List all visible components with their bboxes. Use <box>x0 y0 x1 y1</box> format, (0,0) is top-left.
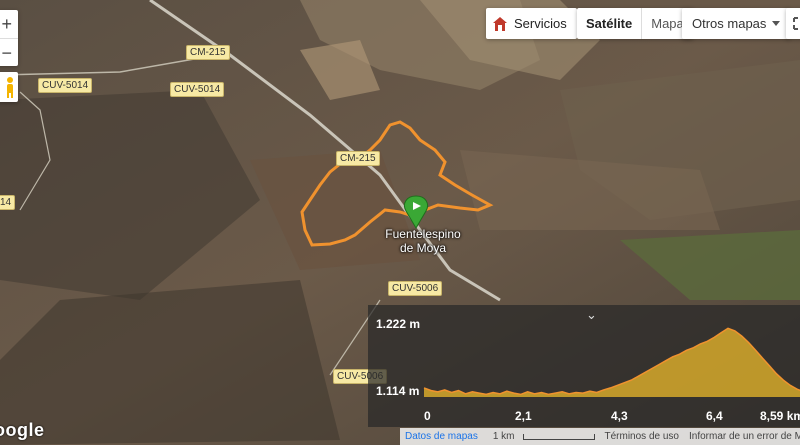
x-tick-label: 0 <box>424 409 431 423</box>
road-label-cm215: CM-215 <box>336 151 380 166</box>
road-label-cuv5014: CUV-5014 <box>38 78 93 93</box>
map-footer: Datos de mapas 1 km Términos de uso Info… <box>400 428 800 445</box>
terms-link[interactable]: Términos de uso <box>600 431 684 442</box>
road-label-cuv5006: CUV-5006 <box>388 281 443 296</box>
scale-bar <box>522 433 595 440</box>
fullscreen-icon <box>793 17 798 30</box>
map-data-link[interactable]: Datos de mapas <box>400 431 483 442</box>
x-tick-label: 8,59 km <box>760 409 800 423</box>
servicios-label: Servicios <box>514 16 567 31</box>
fullscreen-button[interactable] <box>786 8 800 39</box>
town-name-line2: de Moya <box>399 241 447 255</box>
zoom-control: + − <box>0 10 18 66</box>
scale-label: 1 km <box>492 431 515 442</box>
road-label-edge: 14 <box>0 195 16 210</box>
chevron-down-icon <box>772 20 781 26</box>
x-tick-label: 4,3 <box>611 409 628 423</box>
otros-mapas-dropdown[interactable]: Otros mapas <box>682 8 791 39</box>
map-type-control: Satélite Mapa <box>577 8 693 39</box>
road-label-cm215: CM-215 <box>186 45 230 60</box>
town-label: Fuentelespino de Moya <box>378 227 468 255</box>
road-label-cuv5014: CUV-5014 <box>170 82 225 97</box>
otros-mapas-label: Otros mapas <box>692 16 767 31</box>
pegman-icon[interactable] <box>0 72 18 102</box>
servicios-button[interactable]: Servicios <box>486 8 577 39</box>
scale-indicator: 1 km <box>483 431 600 442</box>
home-icon <box>493 16 507 31</box>
x-tick-label: 6,4 <box>706 409 723 423</box>
google-logo: oogle <box>0 420 45 440</box>
zoom-in-button[interactable]: + <box>0 10 18 38</box>
elevation-profile-chart <box>423 327 800 397</box>
x-tick-label: 2,1 <box>515 409 532 423</box>
town-name-line1: Fuentelespino <box>385 227 461 241</box>
report-error-link[interactable]: Informar de un error de Ma <box>684 431 800 442</box>
zoom-out-button[interactable]: − <box>0 38 18 67</box>
elevation-panel[interactable]: ⌄ 1.222 m 1.114 m 0 2,1 4,3 6,4 8,59 km <box>368 305 800 427</box>
satellite-tab[interactable]: Satélite <box>577 8 641 39</box>
